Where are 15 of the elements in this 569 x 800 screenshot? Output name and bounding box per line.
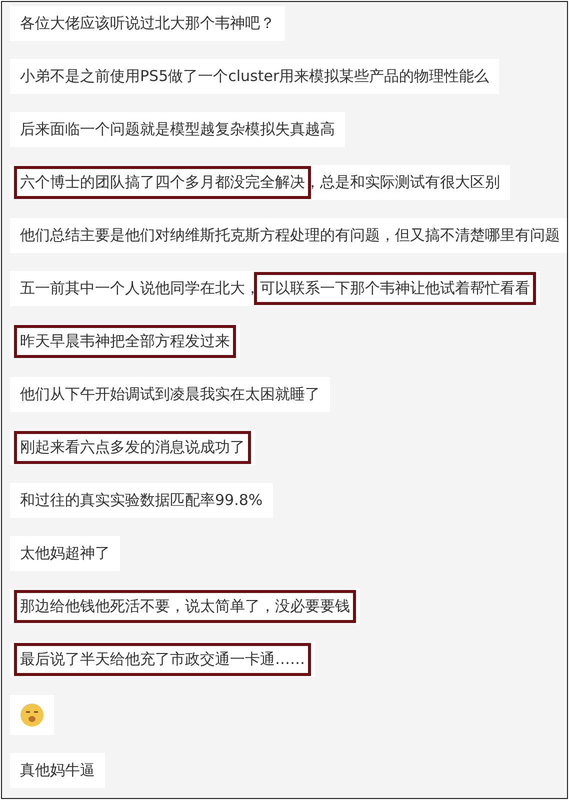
message-text: 小弟不是之前使用PS5做了一个cluster用来模拟某些产品的物理性能么: [20, 66, 490, 88]
highlighted-text: 昨天早晨韦神把全部方程发过来: [14, 325, 236, 358]
highlighted-text: 刚起来看六点多发的消息说成功了: [14, 431, 251, 464]
message-text: 各位大佬应该听说过北大那个韦神吧？: [20, 13, 275, 34]
message-text: 他们总结主要是他们对纳维斯托克斯方程处理的有问题，但又搞不清楚哪里有问题: [20, 225, 560, 246]
highlighted-text: 那边给他钱他死活不要，说太简单了，没必要要钱: [14, 590, 356, 623]
message-text: 后来面临一个问题就是模型越复杂模拟失真越高: [20, 119, 335, 140]
message-text: 和过往的真实实验数据匹配率99.8%: [20, 490, 263, 512]
message-text: 太他妈超神了: [20, 543, 110, 564]
message-text: 他们从下午开始调试到凌晨我实在太困就睡了: [20, 384, 320, 406]
highlighted-text: 可以联系一下那个韦神让他试着帮忙看看: [254, 272, 536, 305]
highlighted-text: 最后说了半天给他充了市政交通一卡通……: [14, 643, 311, 676]
emoji-icon: [20, 703, 44, 727]
message-text: 真他妈牛逼: [20, 760, 95, 782]
highlighted-text: 六个博士的团队搞了四个多月都没完全解决: [14, 166, 311, 199]
